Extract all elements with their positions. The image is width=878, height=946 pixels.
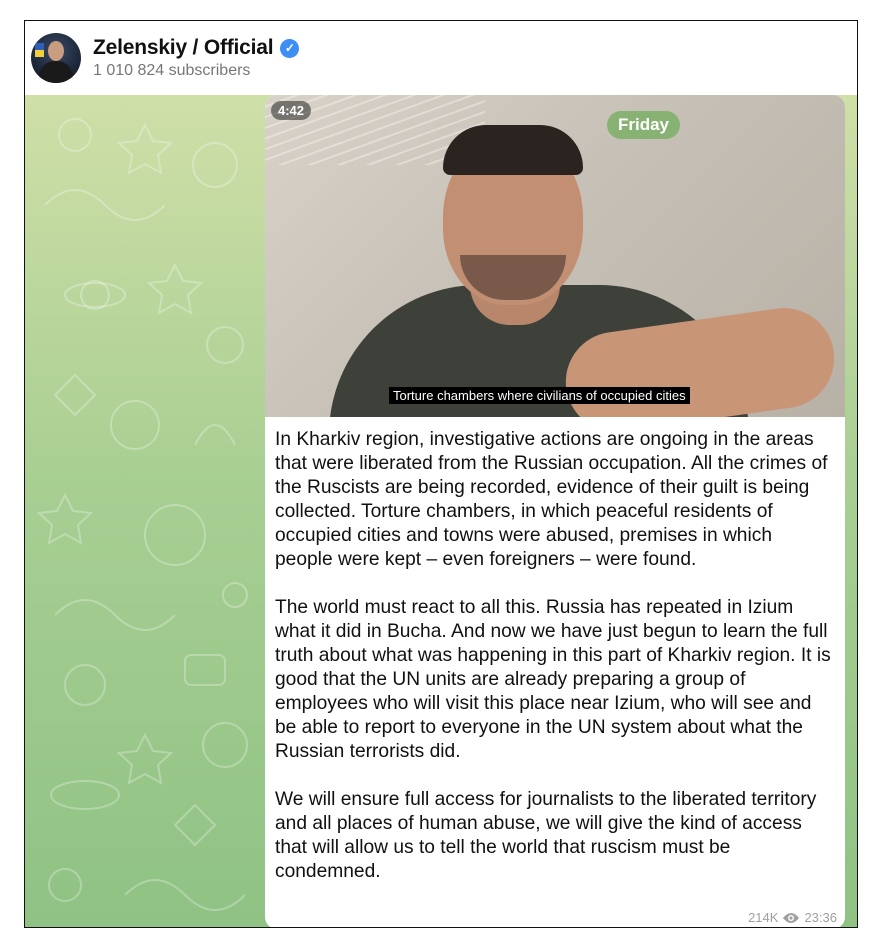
message-meta: 214K 23:36 <box>748 910 837 925</box>
verified-check-icon: ✓ <box>280 38 300 58</box>
telegram-window: Zelenskiy / Official ✓ 1 010 824 subscri… <box>24 20 858 928</box>
message-time: 23:36 <box>804 910 837 925</box>
chat-background: 4:42 Friday Torture chambers where civil… <box>25 95 857 927</box>
video-subtitle: Torture chambers where civilians of occu… <box>389 387 690 404</box>
subscriber-count: 1 010 824 subscribers <box>93 62 251 79</box>
message-bubble: 4:42 Friday Torture chambers where civil… <box>265 95 845 927</box>
date-badge: Friday <box>607 111 681 139</box>
flag-icon <box>35 43 44 57</box>
doodle-pattern <box>36 118 248 911</box>
message-paragraph: In Kharkiv region, investigative actions… <box>275 429 828 570</box>
video-duration: 4:42 <box>271 101 312 120</box>
message-paragraph: We will ensure full access for journalis… <box>275 789 817 882</box>
view-count: 214K <box>748 910 779 925</box>
message-text: In Kharkiv region, investigative actions… <box>265 417 845 884</box>
video-player[interactable]: 4:42 Friday Torture chambers where civil… <box>265 95 845 417</box>
channel-avatar[interactable] <box>31 33 81 83</box>
eye-icon <box>782 912 800 924</box>
channel-info: Zelenskiy / Official ✓ 1 010 824 subscri… <box>93 36 300 80</box>
message-paragraph: The world must react to all this. Russia… <box>275 597 831 762</box>
channel-header[interactable]: Zelenskiy / Official ✓ 1 010 824 subscri… <box>25 21 857 95</box>
channel-name[interactable]: Zelenskiy / Official <box>93 36 274 60</box>
